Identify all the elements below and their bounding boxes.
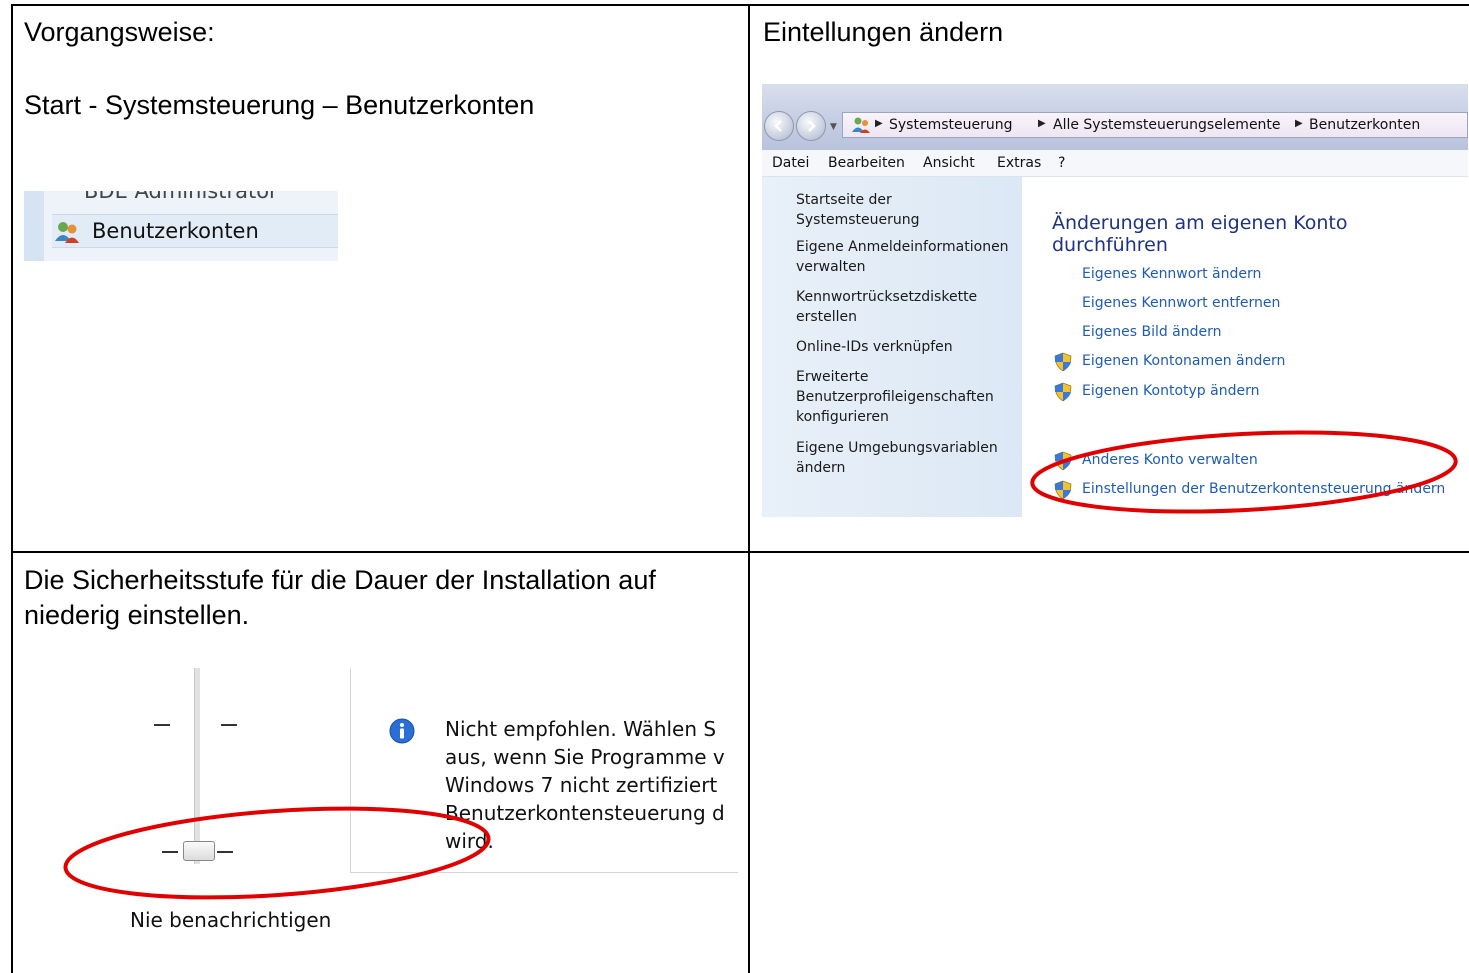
breadcrumb-arrow-icon: ▶ [1038,118,1046,129]
task-change-picture[interactable]: Eigenes Bild ändern [1082,324,1222,340]
address-bar-area: ▼ ▶ Systemsteuerung ▶ Alle Systemsteueru… [762,84,1468,150]
info-text-line: wird. [445,829,494,853]
shield-icon [1054,480,1072,500]
uac-slider-panel: Nicht empfohlen. Wählen S aus, wenn Sie … [23,668,738,968]
arrow-right-icon [808,120,816,132]
cell-empty [750,553,1469,973]
shield-icon [1054,451,1072,471]
users-icon [55,222,79,243]
slider-level-label: Nie benachrichtigen [130,908,332,932]
cut-list-item: BDE Administrator [84,191,278,203]
menu-extras[interactable]: Extras [997,155,1041,171]
task-uac-settings[interactable]: Einstellungen der Benutzerkontensteuerun… [1082,481,1445,497]
benutzerkonten-label[interactable]: Benutzerkonten [92,219,259,243]
back-button[interactable] [764,111,794,141]
breadcrumb-item[interactable]: Benutzerkonten [1309,117,1420,133]
menu-bar: Datei Bearbeiten Ansicht Extras ? [762,150,1468,177]
info-text-line: Windows 7 nicht zertifiziert [445,773,718,797]
document-table: Vorgangsweise: Start - Systemsteuerung –… [11,4,1469,973]
users-icon [852,117,870,133]
shield-icon [1054,352,1072,372]
menu-ansicht[interactable]: Ansicht [923,155,975,171]
info-text-line: Benutzerkontensteuerung d [445,801,725,825]
slider-thumb[interactable] [183,841,215,861]
task-remove-password[interactable]: Eigenes Kennwort entfernen [1082,295,1280,311]
panel-divider [350,668,351,872]
left-link-credentials[interactable]: Eigene Anmeldeinformationen verwalten [796,237,1016,277]
settings-heading: Eintellungen ändern [763,17,1004,47]
snippet-side-strip [24,191,44,261]
highlight-ellipse [63,806,491,900]
cell-settings: Eintellungen ändern ▼ ▶ Systemsteuerung … [750,6,1469,553]
task-manage-other-account[interactable]: Anderes Konto verwalten [1082,452,1258,468]
left-link-startseite[interactable]: Startseite der Systemsteuerung [796,190,1016,230]
breadcrumb-item[interactable]: Alle Systemsteuerungselemente [1053,117,1281,133]
info-text-line: Nicht empfohlen. Wählen S [445,717,717,741]
shield-icon [1054,382,1072,402]
menu-bearbeiten[interactable]: Bearbeiten [828,155,905,171]
slider-tick [221,724,237,726]
cell-security-level: Die Sicherheitsstufe für die Dauer der I… [13,553,750,973]
left-link-profile-properties[interactable]: Erweiterte Benutzerprofileigenschaften k… [796,367,1006,427]
slider-tick [217,851,233,853]
task-change-account-type[interactable]: Eigenen Kontotyp ändern [1082,383,1259,399]
panel-divider [350,872,738,873]
arrow-left-icon [774,120,782,132]
navigation-path: Start - Systemsteuerung – Benutzerkonten [24,90,535,120]
task-pane: Startseite der Systemsteuerung Eigene An… [762,177,1022,517]
forward-button[interactable] [796,111,826,141]
slider-tick [162,851,178,853]
left-link-environment-variables[interactable]: Eigene Umgebungsvariablen ändern [796,438,1006,478]
info-icon [389,718,415,744]
history-dropdown-icon[interactable]: ▼ [830,122,837,132]
slider-track[interactable] [194,668,200,864]
menu-datei[interactable]: Datei [772,155,809,171]
slider-tick [154,724,170,726]
procedure-label: Vorgangsweise: [24,17,215,47]
security-instruction: Die Sicherheitsstufe für die Dauer der I… [24,565,656,630]
cell-procedure: Vorgangsweise: Start - Systemsteuerung –… [13,6,750,553]
info-text-line: aus, wenn Sie Programme v [445,745,725,769]
address-field[interactable]: ▶ Systemsteuerung ▶ Alle Systemsteuerung… [842,112,1468,138]
breadcrumb-arrow-icon: ▶ [1295,118,1303,129]
highlight-ellipse [1030,430,1458,514]
task-change-password[interactable]: Eigenes Kennwort ändern [1082,266,1261,282]
left-link-online-ids[interactable]: Online-IDs verknüpfen [796,337,1016,357]
main-heading: Änderungen am eigenen Konto durchführen [1052,212,1348,256]
task-change-account-name[interactable]: Eigenen Kontonamen ändern [1082,353,1285,369]
control-panel-snippet: BDE Administrator Benutzerkonten [24,191,338,261]
breadcrumb-arrow-icon: ▶ [875,118,883,129]
left-link-reset-disk[interactable]: Kennwortrücksetzdiskette erstellen [796,287,977,327]
menu-help[interactable]: ? [1058,155,1065,171]
control-panel-window: ▼ ▶ Systemsteuerung ▶ Alle Systemsteueru… [762,84,1468,517]
breadcrumb-item[interactable]: Systemsteuerung [889,117,1012,133]
